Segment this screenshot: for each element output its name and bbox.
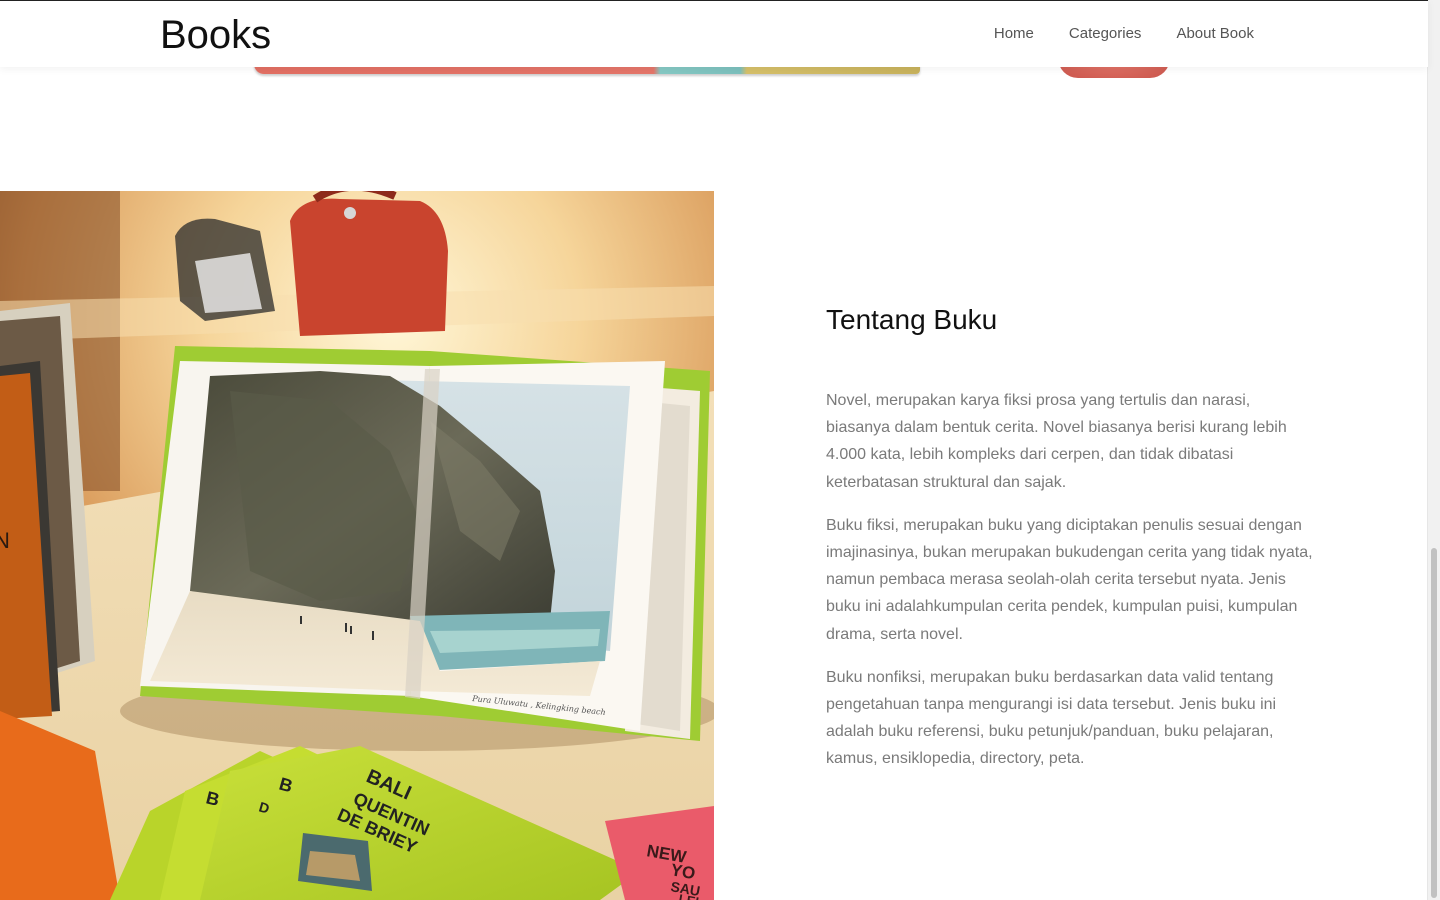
about-book-title: Tentang Buku bbox=[826, 304, 998, 335]
brand-logo-link[interactable]: Books bbox=[160, 13, 271, 57]
about-paragraph-novel: Novel, merupakan karya fiksi prosa yang … bbox=[826, 392, 1287, 491]
nav-link-categories[interactable]: Categories bbox=[1069, 25, 1142, 42]
top-navbar: Books Home Categories About Book bbox=[0, 0, 1428, 67]
about-book-section: Tentang Buku Novel, merupakan karya fiks… bbox=[826, 300, 1316, 789]
main-nav: Home Categories About Book bbox=[994, 25, 1254, 42]
scrollbar-thumb[interactable] bbox=[1431, 548, 1437, 898]
page-scrollbar[interactable] bbox=[1427, 0, 1440, 900]
book-spine-letter: N bbox=[0, 528, 10, 553]
about-paragraph-fiction: Buku fiksi, merupakan buku yang diciptak… bbox=[826, 516, 1313, 643]
about-book-paragraphs: Novel, merupakan karya fiksi prosa yang … bbox=[826, 387, 1316, 773]
about-book-photo: N Pura Uluwatu , Kelingking beach B B D … bbox=[0, 191, 714, 900]
page: Books Home Categories About Book N Pura … bbox=[0, 0, 1440, 900]
about-paragraph-nonfiction: Buku nonfiksi, merupakan buku berdasarka… bbox=[826, 668, 1277, 768]
nav-link-home[interactable]: Home bbox=[994, 25, 1034, 42]
nav-link-about-book[interactable]: About Book bbox=[1176, 25, 1254, 42]
